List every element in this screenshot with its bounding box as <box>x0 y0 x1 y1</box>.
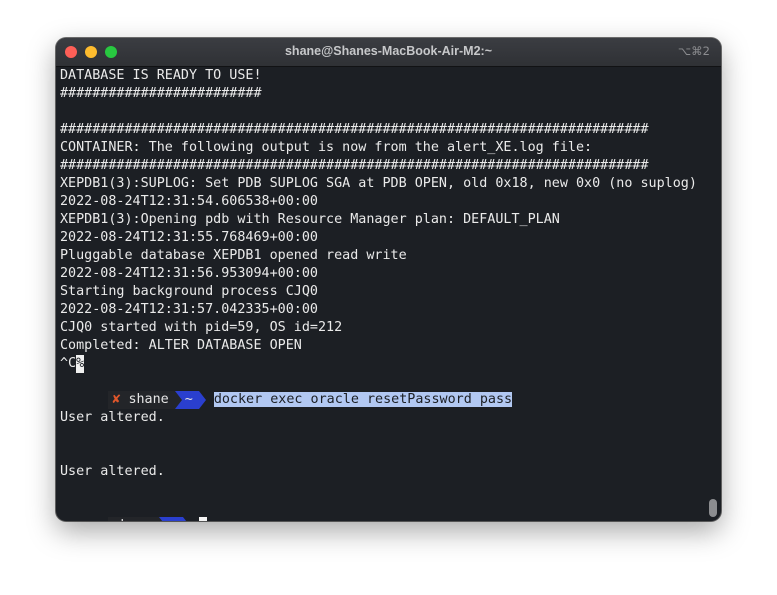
terminal-output[interactable]: DATABASE IS READY TO USE! ##############… <box>60 67 700 521</box>
output-line: DATABASE IS READY TO USE! <box>60 68 262 83</box>
error-status-icon: ✘ <box>112 392 121 407</box>
prompt-dir: ~ <box>169 518 177 521</box>
text-cursor <box>198 517 207 521</box>
window-title: shane@Shanes-MacBook-Air-M2:~ <box>284 44 493 58</box>
prompt-dir-segment: ~ <box>174 391 206 409</box>
output-line: Starting background process CJQ0 <box>60 284 318 299</box>
interrupt-line: ^C% <box>60 355 700 373</box>
prompt-dir-segment: ~ <box>158 517 190 521</box>
prompt-user: shane <box>112 517 152 521</box>
active-prompt-line[interactable]: shane ~ <box>60 499 700 521</box>
command-text[interactable]: docker exec oracle resetPassword pass <box>213 392 513 407</box>
prompt-user-segment: shane <box>108 517 159 521</box>
scrollbar-thumb[interactable] <box>709 499 717 517</box>
output-line: Pluggable database XEPDB1 opened read wr… <box>60 248 407 263</box>
output-line: CJQ0 started with pid=59, OS id=212 <box>60 320 343 335</box>
prompt-line: ✘ shane ~ docker exec oracle resetPassword… <box>60 373 700 409</box>
terminal-window: shane@Shanes-MacBook-Air-M2:~ ⌥⌘2 DATABA… <box>56 38 721 521</box>
output-line: 2022-08-24T12:31:55.768469+00:00 <box>60 230 318 245</box>
output-line: XEPDB1(3):Opening pdb with Resource Mana… <box>60 212 560 227</box>
output-line: ########################################… <box>60 122 649 137</box>
output-line: 2022-08-24T12:31:56.953094+00:00 <box>60 266 318 281</box>
shell-prompt: ✘ shane ~ <box>108 391 206 409</box>
output-line: User altered. <box>60 410 165 425</box>
output-line: 2022-08-24T12:31:57.042335+00:00 <box>60 302 318 317</box>
prompt-user-segment: ✘ shane <box>108 391 175 409</box>
output-line: 2022-08-24T12:31:54.606538+00:00 <box>60 194 318 209</box>
output-line: Completed: ALTER DATABASE OPEN <box>60 338 302 353</box>
output-line: ######################### <box>60 86 262 101</box>
title-bar: shane@Shanes-MacBook-Air-M2:~ ⌥⌘2 <box>56 38 721 67</box>
window-shortcut-label: ⌥⌘2 <box>677 44 710 58</box>
output-line: ########################################… <box>60 158 649 173</box>
output-line: XEPDB1(3):SUPLOG: Set PDB SUPLOG SGA at … <box>60 176 697 191</box>
interrupt-text: ^C <box>60 356 77 371</box>
prompt-user: shane <box>128 392 169 407</box>
output-line: User altered. <box>60 464 165 479</box>
partial-line-mark: % <box>76 355 85 373</box>
shell-prompt: shane ~ <box>108 517 190 521</box>
output-line: CONTAINER: The following output is now f… <box>60 140 593 155</box>
prompt-dir: ~ <box>184 392 193 407</box>
